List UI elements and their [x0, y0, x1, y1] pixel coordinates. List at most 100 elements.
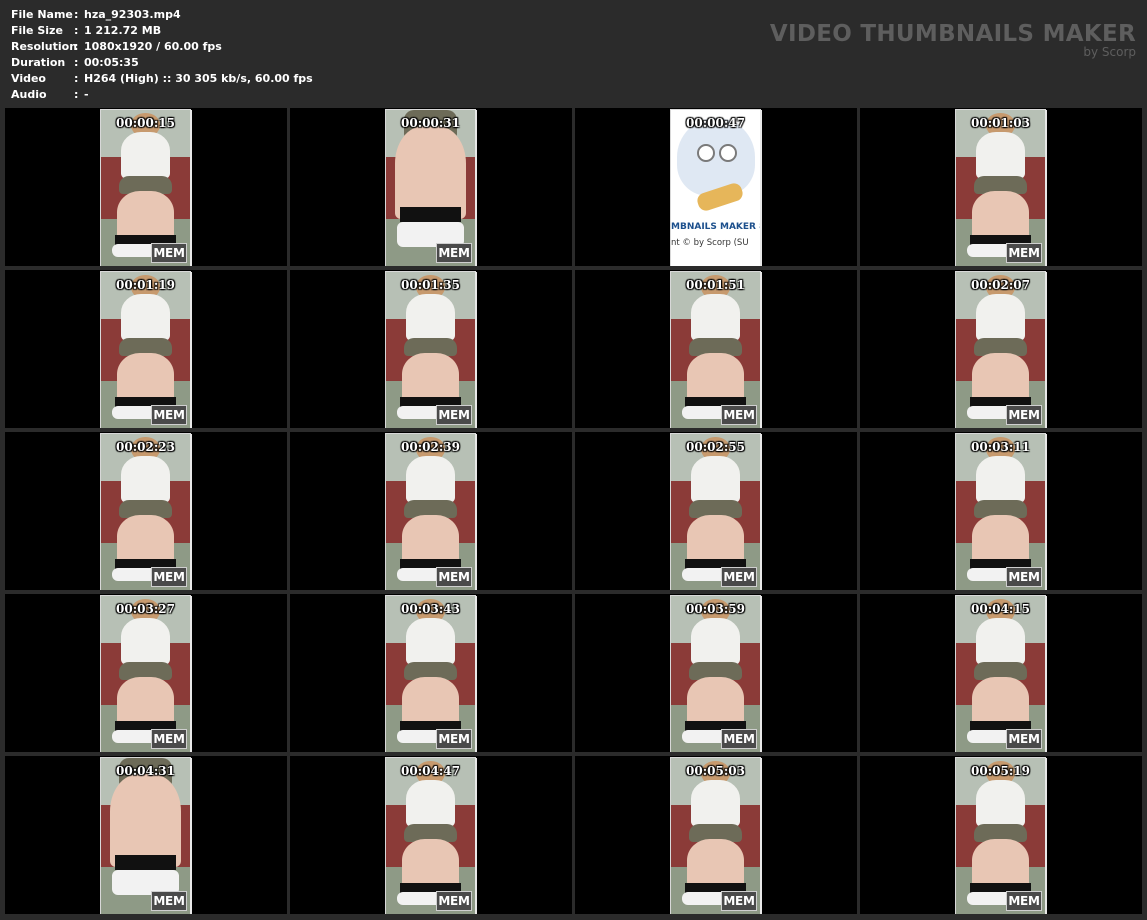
- thumbnail-cell[interactable]: MEM 00:03:43: [290, 594, 572, 752]
- mem-watermark-badge: MEM: [151, 405, 187, 425]
- meta-row: Duration:00:05:35: [11, 55, 313, 71]
- thumbnail-cell[interactable]: MEM 00:02:39: [290, 432, 572, 590]
- thumbnail-frame: MEM 00:01:03: [956, 110, 1045, 266]
- mem-watermark-badge: MEM: [151, 243, 187, 263]
- mem-watermark-badge: MEM: [1006, 729, 1042, 749]
- meta-label: File Size: [11, 24, 63, 37]
- meta-separator: :: [74, 40, 79, 53]
- meta-separator: :: [74, 56, 79, 69]
- thumbnail-cell[interactable]: MEM 00:00:31: [290, 108, 572, 266]
- thumbnail-frame: MEM 00:04:47: [386, 758, 475, 914]
- thumbnail-cell[interactable]: MEM 00:03:27: [5, 594, 287, 752]
- meta-row: Resolution:1080x1920 / 60.00 fps: [11, 39, 313, 55]
- meta-value: hza_92303.mp4: [84, 8, 181, 21]
- mem-watermark-badge: MEM: [1006, 243, 1042, 263]
- thumbnail-frame: MEM 00:03:59: [671, 596, 760, 752]
- thumbnail-cell[interactable]: MBNAILS MAKER 8 nt © by Scorp (SU 00:00:47: [575, 108, 857, 266]
- mem-watermark-badge: MEM: [151, 891, 187, 911]
- meta-separator: :: [74, 88, 79, 101]
- mem-watermark-badge: MEM: [721, 729, 757, 749]
- timestamp-label: 00:02:23: [116, 440, 175, 454]
- thumbnail-cell[interactable]: MEM 00:01:03: [860, 108, 1142, 266]
- thumbnail-cell[interactable]: MEM 00:04:15: [860, 594, 1142, 752]
- timestamp-label: 00:02:39: [401, 440, 460, 454]
- mem-watermark-badge: MEM: [436, 405, 472, 425]
- meta-value: -: [84, 88, 89, 101]
- thumbnail-frame: MEM 00:02:07: [956, 272, 1045, 428]
- thumbnail-frame: MEM 00:02:55: [671, 434, 760, 590]
- mem-watermark-badge: MEM: [1006, 567, 1042, 587]
- mem-watermark-badge: MEM: [151, 729, 187, 749]
- meta-label: Duration: [11, 56, 66, 69]
- timestamp-label: 00:02:07: [971, 278, 1030, 292]
- thumbnail-cell[interactable]: MEM 00:03:11: [860, 432, 1142, 590]
- timestamp-label: 00:00:15: [116, 116, 175, 130]
- timestamp-label: 00:00:47: [686, 116, 745, 130]
- meta-value: 1080x1920 / 60.00 fps: [84, 40, 222, 53]
- timestamp-label: 00:00:31: [401, 116, 460, 130]
- timestamp-label: 00:02:55: [686, 440, 745, 454]
- thumbnail-frame: MEM 00:00:31: [386, 110, 475, 266]
- thumbnail-cell[interactable]: MEM 00:02:07: [860, 270, 1142, 428]
- meta-label: File Name: [11, 8, 73, 21]
- thumbnail-cell[interactable]: MEM 00:05:03: [575, 756, 857, 914]
- logo-copyright: nt © by Scorp (SU: [671, 238, 749, 248]
- meta-row: File Name: hza_92303.mp4: [11, 7, 313, 23]
- timestamp-label: 00:03:11: [971, 440, 1030, 454]
- meta-separator: :: [74, 8, 79, 21]
- thumbnail-frame: MEM 00:00:15: [101, 110, 190, 266]
- timestamp-label: 00:01:19: [116, 278, 175, 292]
- meta-value: H264 (High) :: 30 305 kb/s, 60.00 fps: [84, 72, 313, 85]
- thumbnail-frame: MBNAILS MAKER 8 nt © by Scorp (SU 00:00:47: [671, 110, 760, 266]
- timestamp-label: 00:03:43: [401, 602, 460, 616]
- thumbnail-frame: MEM 00:05:03: [671, 758, 760, 914]
- thumbnail-cell[interactable]: MEM 00:03:59: [575, 594, 857, 752]
- meta-row: Audio: -: [11, 87, 313, 103]
- timestamp-label: 00:04:31: [116, 764, 175, 778]
- thumbnail-cell[interactable]: MEM 00:05:19: [860, 756, 1142, 914]
- meta-separator: :: [74, 72, 79, 85]
- file-metadata: File Name: hza_92303.mp4 File Size:1 212.7…: [11, 7, 313, 103]
- thumbnail-frame: MEM 00:02:39: [386, 434, 475, 590]
- thumbnail-cell[interactable]: MEM 00:04:47: [290, 756, 572, 914]
- meta-row: File Size:1 212.72 MB: [11, 23, 313, 39]
- mem-watermark-badge: MEM: [436, 567, 472, 587]
- timestamp-label: 00:03:59: [686, 602, 745, 616]
- thumbnail-frame: MEM 00:01:19: [101, 272, 190, 428]
- meta-label: Audio: [11, 88, 47, 101]
- thumbnail-frame: MEM 00:03:27: [101, 596, 190, 752]
- meta-value: 1 212.72 MB: [84, 24, 162, 37]
- mem-watermark-badge: MEM: [436, 243, 472, 263]
- brand-watermark: VIDEO THUMBNAILS MAKER by Scorp: [770, 20, 1136, 58]
- timestamp-label: 00:04:15: [971, 602, 1030, 616]
- thumbnail-grid: MEM 00:00:15 MEM 00:00:31 MBNAILS MAKER 8 nt …: [5, 108, 1142, 914]
- logo-text: MBNAILS MAKER 8: [671, 222, 760, 232]
- thumbnail-frame: MEM 00:01:51: [671, 272, 760, 428]
- timestamp-label: 00:01:51: [686, 278, 745, 292]
- thumbnail-cell[interactable]: MEM 00:01:51: [575, 270, 857, 428]
- thumbnail-cell[interactable]: MEM 00:04:31: [5, 756, 287, 914]
- timestamp-label: 00:04:47: [401, 764, 460, 778]
- thumbnail-cell[interactable]: MEM 00:02:55: [575, 432, 857, 590]
- timestamp-label: 00:05:03: [686, 764, 745, 778]
- info-header: File Name: hza_92303.mp4 File Size:1 212.7…: [0, 0, 1147, 108]
- thumbnail-cell[interactable]: MEM 00:01:35: [290, 270, 572, 428]
- meta-label: Resolution: [11, 40, 78, 53]
- thumbnail-frame: MEM 00:02:23: [101, 434, 190, 590]
- thumbnail-cell[interactable]: MEM 00:02:23: [5, 432, 287, 590]
- thumbnail-cell[interactable]: MEM 00:01:19: [5, 270, 287, 428]
- timestamp-label: 00:01:35: [401, 278, 460, 292]
- mem-watermark-badge: MEM: [1006, 405, 1042, 425]
- thumbnail-frame: MEM 00:05:19: [956, 758, 1045, 914]
- meta-value: 00:05:35: [84, 56, 139, 69]
- brand-title: VIDEO THUMBNAILS MAKER: [769, 21, 1136, 47]
- mem-watermark-badge: MEM: [436, 729, 472, 749]
- thumbnail-frame: MEM 00:03:43: [386, 596, 475, 752]
- timestamp-label: 00:05:19: [971, 764, 1030, 778]
- mem-watermark-badge: MEM: [721, 567, 757, 587]
- thumbnail-frame: MEM 00:03:11: [956, 434, 1045, 590]
- thumbnail-cell[interactable]: MEM 00:00:15: [5, 108, 287, 266]
- thumbnail-frame: MEM 00:04:31: [101, 758, 190, 914]
- timestamp-label: 00:01:03: [971, 116, 1030, 130]
- meta-row: Video: H264 (High) :: 30 305 kb/s, 60.00 …: [11, 71, 313, 87]
